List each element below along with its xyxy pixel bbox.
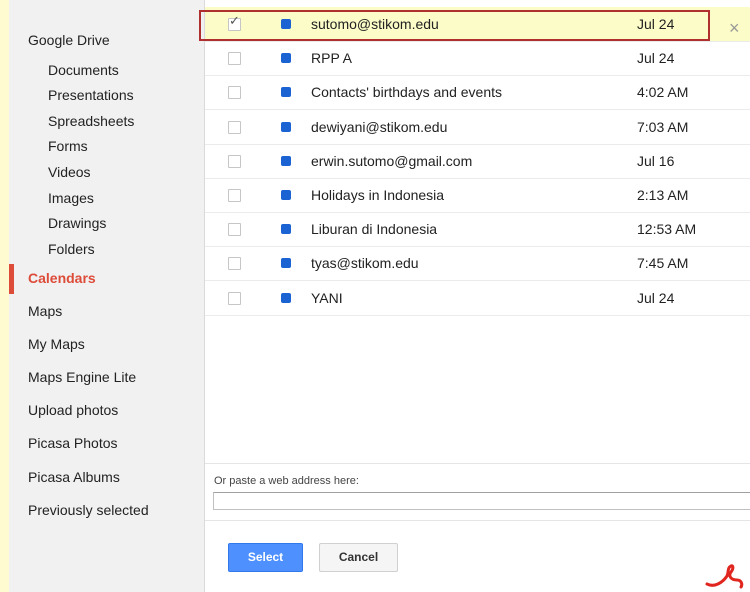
list-item[interactable]: Contacts' birthdays and events 4:02 AM xyxy=(205,75,750,110)
calendar-name: RPP A xyxy=(311,50,352,66)
calendar-color-icon xyxy=(281,293,291,303)
divider xyxy=(205,520,750,521)
sidebar-item-forms[interactable]: Forms xyxy=(48,138,88,154)
calendar-name: dewiyani@stikom.edu xyxy=(311,119,448,135)
calendar-name: Contacts' birthdays and events xyxy=(311,84,503,100)
calendar-name: erwin.sutomo@gmail.com xyxy=(311,153,473,169)
row-checkbox[interactable] xyxy=(228,52,241,65)
sidebar-item-maps-engine-lite[interactable]: Maps Engine Lite xyxy=(28,369,136,385)
calendar-color-icon xyxy=(281,224,291,234)
calendar-color-icon xyxy=(281,258,291,268)
calendar-color-icon xyxy=(281,156,291,166)
calendar-name: Holidays in Indonesia xyxy=(311,187,445,203)
calendar-color-icon xyxy=(281,122,291,132)
list-item[interactable]: RPP A Jul 24 xyxy=(205,41,750,76)
cancel-button[interactable]: Cancel xyxy=(319,543,398,572)
sidebar-item-videos[interactable]: Videos xyxy=(48,164,91,180)
calendar-date: 12:53 AM xyxy=(637,221,697,237)
calendar-color-icon xyxy=(281,87,291,97)
list-item[interactable]: erwin.sutomo@gmail.com Jul 16 xyxy=(205,144,750,179)
sidebar: Google Drive Documents Presentations Spr… xyxy=(9,0,205,592)
sidebar-item-images[interactable]: Images xyxy=(48,190,94,206)
list-item[interactable]: dewiyani@stikom.edu 7:03 AM xyxy=(205,110,750,145)
sidebar-item-previously-selected[interactable]: Previously selected xyxy=(28,502,149,518)
calendar-date: Jul 16 xyxy=(637,153,675,169)
list-item[interactable]: tyas@stikom.edu 7:45 AM xyxy=(205,246,750,281)
url-label: Or paste a web address here: xyxy=(214,475,359,487)
sidebar-item-drawings[interactable]: Drawings xyxy=(48,215,106,231)
sidebar-item-my-maps[interactable]: My Maps xyxy=(28,336,85,352)
list-item[interactable]: YANI Jul 24 xyxy=(205,281,750,316)
list-item[interactable]: Liburan di Indonesia 12:53 AM xyxy=(205,212,750,247)
row-checkbox[interactable] xyxy=(228,257,241,270)
calendar-color-icon xyxy=(281,190,291,200)
calendar-date: 7:45 AM xyxy=(637,255,689,271)
sidebar-item-google-drive[interactable]: Google Drive xyxy=(28,32,110,48)
sidebar-item-documents[interactable]: Documents xyxy=(48,62,119,78)
list-item[interactable]: Holidays in Indonesia 2:13 AM xyxy=(205,178,750,213)
select-button[interactable]: Select xyxy=(228,543,303,572)
row-checkbox[interactable] xyxy=(228,155,241,168)
calendar-date: 7:03 AM xyxy=(637,119,689,135)
selection-highlight xyxy=(199,10,710,41)
url-input[interactable] xyxy=(213,492,750,510)
active-indicator xyxy=(9,264,14,294)
close-icon[interactable]: × xyxy=(729,18,740,39)
row-checkbox[interactable] xyxy=(228,86,241,99)
calendar-date: 4:02 AM xyxy=(637,84,689,100)
sidebar-item-upload-photos[interactable]: Upload photos xyxy=(28,402,118,418)
watermark-icon xyxy=(705,564,744,589)
row-checkbox[interactable] xyxy=(228,223,241,236)
calendar-date: Jul 24 xyxy=(637,290,675,306)
calendar-date: Jul 24 xyxy=(637,50,675,66)
row-checkbox[interactable] xyxy=(228,189,241,202)
sidebar-item-spreadsheets[interactable]: Spreadsheets xyxy=(48,113,134,129)
divider xyxy=(205,463,750,464)
row-checkbox[interactable] xyxy=(228,292,241,305)
sidebar-item-presentations[interactable]: Presentations xyxy=(48,87,134,103)
row-checkbox[interactable] xyxy=(228,121,241,134)
sidebar-item-maps[interactable]: Maps xyxy=(28,303,62,319)
sidebar-item-folders[interactable]: Folders xyxy=(48,241,95,257)
calendar-name: Liburan di Indonesia xyxy=(311,221,438,237)
calendar-date: 2:13 AM xyxy=(637,187,689,203)
calendar-color-icon xyxy=(281,53,291,63)
sidebar-item-calendars[interactable]: Calendars xyxy=(28,270,96,286)
calendar-name: tyas@stikom.edu xyxy=(311,255,419,271)
sidebar-item-picasa-photos[interactable]: Picasa Photos xyxy=(28,435,118,451)
calendar-name: YANI xyxy=(311,290,343,306)
sidebar-item-picasa-albums[interactable]: Picasa Albums xyxy=(28,469,120,485)
